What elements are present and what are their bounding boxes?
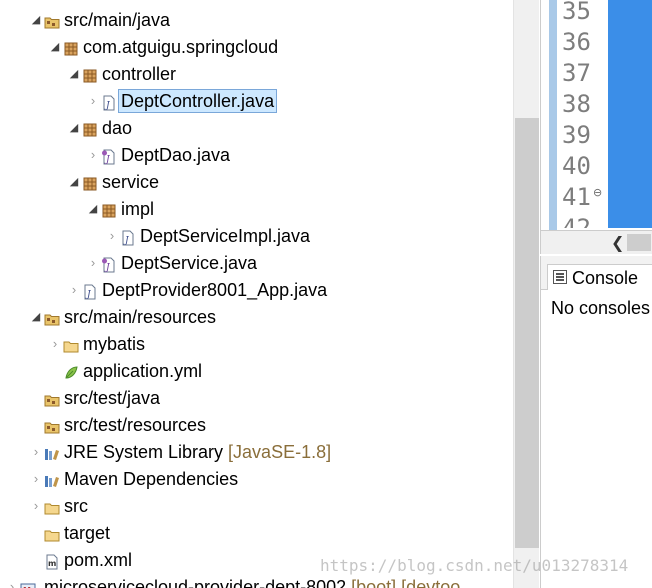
java-file-icon: J	[82, 282, 98, 300]
java-interface-icon: J	[101, 255, 117, 273]
line-number: 36	[562, 28, 591, 56]
maven-project-icon: M	[20, 579, 36, 588]
folder-icon	[63, 336, 79, 353]
console-tab-label: Console	[572, 268, 639, 288]
tree-item-text: DeptService.java	[121, 253, 258, 273]
console-tab-bar: Console	[541, 256, 652, 290]
source-folder-icon	[44, 390, 60, 407]
console-tab[interactable]: Console	[547, 264, 652, 290]
tree-item-label: microservicecloud-provider-dept-8002 [bo…	[44, 575, 460, 588]
tree-item-label: application.yml	[83, 359, 202, 383]
line-number: 38	[562, 90, 591, 118]
tree-item-label: pom.xml	[64, 548, 132, 572]
collapsed-arrow-icon[interactable]: ›	[87, 251, 99, 275]
tree-item-text: microservicecloud-provider-dept-8002	[44, 577, 352, 588]
collapsed-arrow-icon[interactable]: ›	[30, 467, 42, 491]
collapsed-arrow-icon[interactable]: ›	[49, 332, 61, 356]
console-empty-message: No consoles	[551, 298, 651, 318]
tree-item-decoration: [boot] [devtoo	[351, 577, 461, 588]
xml-file-icon: m	[44, 552, 60, 570]
tree-item-text: src/test/java	[64, 388, 161, 408]
line-number: 37	[562, 59, 591, 87]
tree-item-label: target	[64, 521, 110, 545]
line-number: 40	[562, 152, 591, 180]
collapsed-arrow-icon[interactable]: ›	[30, 440, 42, 464]
editor-horizontal-scrollbar[interactable]: ❮	[540, 230, 652, 254]
svg-text:m: m	[48, 559, 56, 568]
scrollbar-thumb[interactable]	[627, 234, 651, 251]
scroll-left-icon[interactable]: ❮	[611, 233, 624, 253]
console-view: Console No consoles	[540, 256, 652, 588]
collapsed-arrow-icon[interactable]: ›	[30, 494, 42, 518]
console-icon	[553, 270, 567, 284]
collapsed-arrow-icon[interactable]: ›	[68, 278, 80, 302]
tree-item-label: src/main/resources	[64, 305, 216, 329]
library-icon	[44, 471, 60, 487]
tree-item-text: DeptServiceImpl.java	[140, 226, 311, 246]
tree-item-text: target	[64, 523, 111, 543]
tree-item-text: pom.xml	[64, 550, 133, 570]
tree-item-label: src/test/java	[64, 386, 160, 410]
tree-item-label: DeptService.java	[121, 251, 257, 275]
tree-item-text: src	[64, 496, 88, 516]
tree-item-text: application.yml	[83, 361, 203, 381]
tree-item-label: DeptProvider8001_App.java	[102, 278, 327, 302]
tree-item-label: src	[64, 494, 88, 518]
yaml-file-icon	[63, 363, 79, 379]
tree-item-label: mybatis	[83, 332, 145, 356]
watermark: https://blog.csdn.net/u013278314	[320, 556, 629, 575]
line-number: 39	[562, 121, 591, 149]
tree-item-label: Maven Dependencies	[64, 467, 238, 491]
tree-item-text: src/test/resources	[64, 415, 207, 435]
collapsed-arrow-icon[interactable]: ›	[6, 575, 18, 588]
line-number: 42	[562, 214, 591, 228]
source-folder-icon	[44, 309, 60, 326]
tree-item-text: Maven Dependencies	[64, 469, 239, 489]
tree-item-text: mybatis	[83, 334, 146, 354]
java-file-icon: J	[120, 228, 136, 246]
tree-item-label: src/test/resources	[64, 413, 206, 437]
tree-item-label: JRE System Library [JavaSE-1.8]	[64, 440, 331, 464]
tree-item-decoration: [JavaSE-1.8]	[228, 442, 332, 462]
source-folder-icon	[44, 417, 60, 434]
code-text-area[interactable]	[608, 0, 652, 228]
fold-collapse-icon[interactable]: ⊖	[593, 186, 602, 199]
library-icon	[44, 444, 60, 460]
folder-icon	[44, 525, 60, 542]
expanded-arrow-icon[interactable]: ◢	[30, 305, 42, 329]
line-number: 35	[562, 0, 591, 25]
tree-item-text: DeptProvider8001_App.java	[102, 280, 328, 300]
tree-item-text: src/main/resources	[64, 307, 217, 327]
folder-icon	[44, 498, 60, 515]
tree-item-text: JRE System Library	[64, 442, 229, 462]
